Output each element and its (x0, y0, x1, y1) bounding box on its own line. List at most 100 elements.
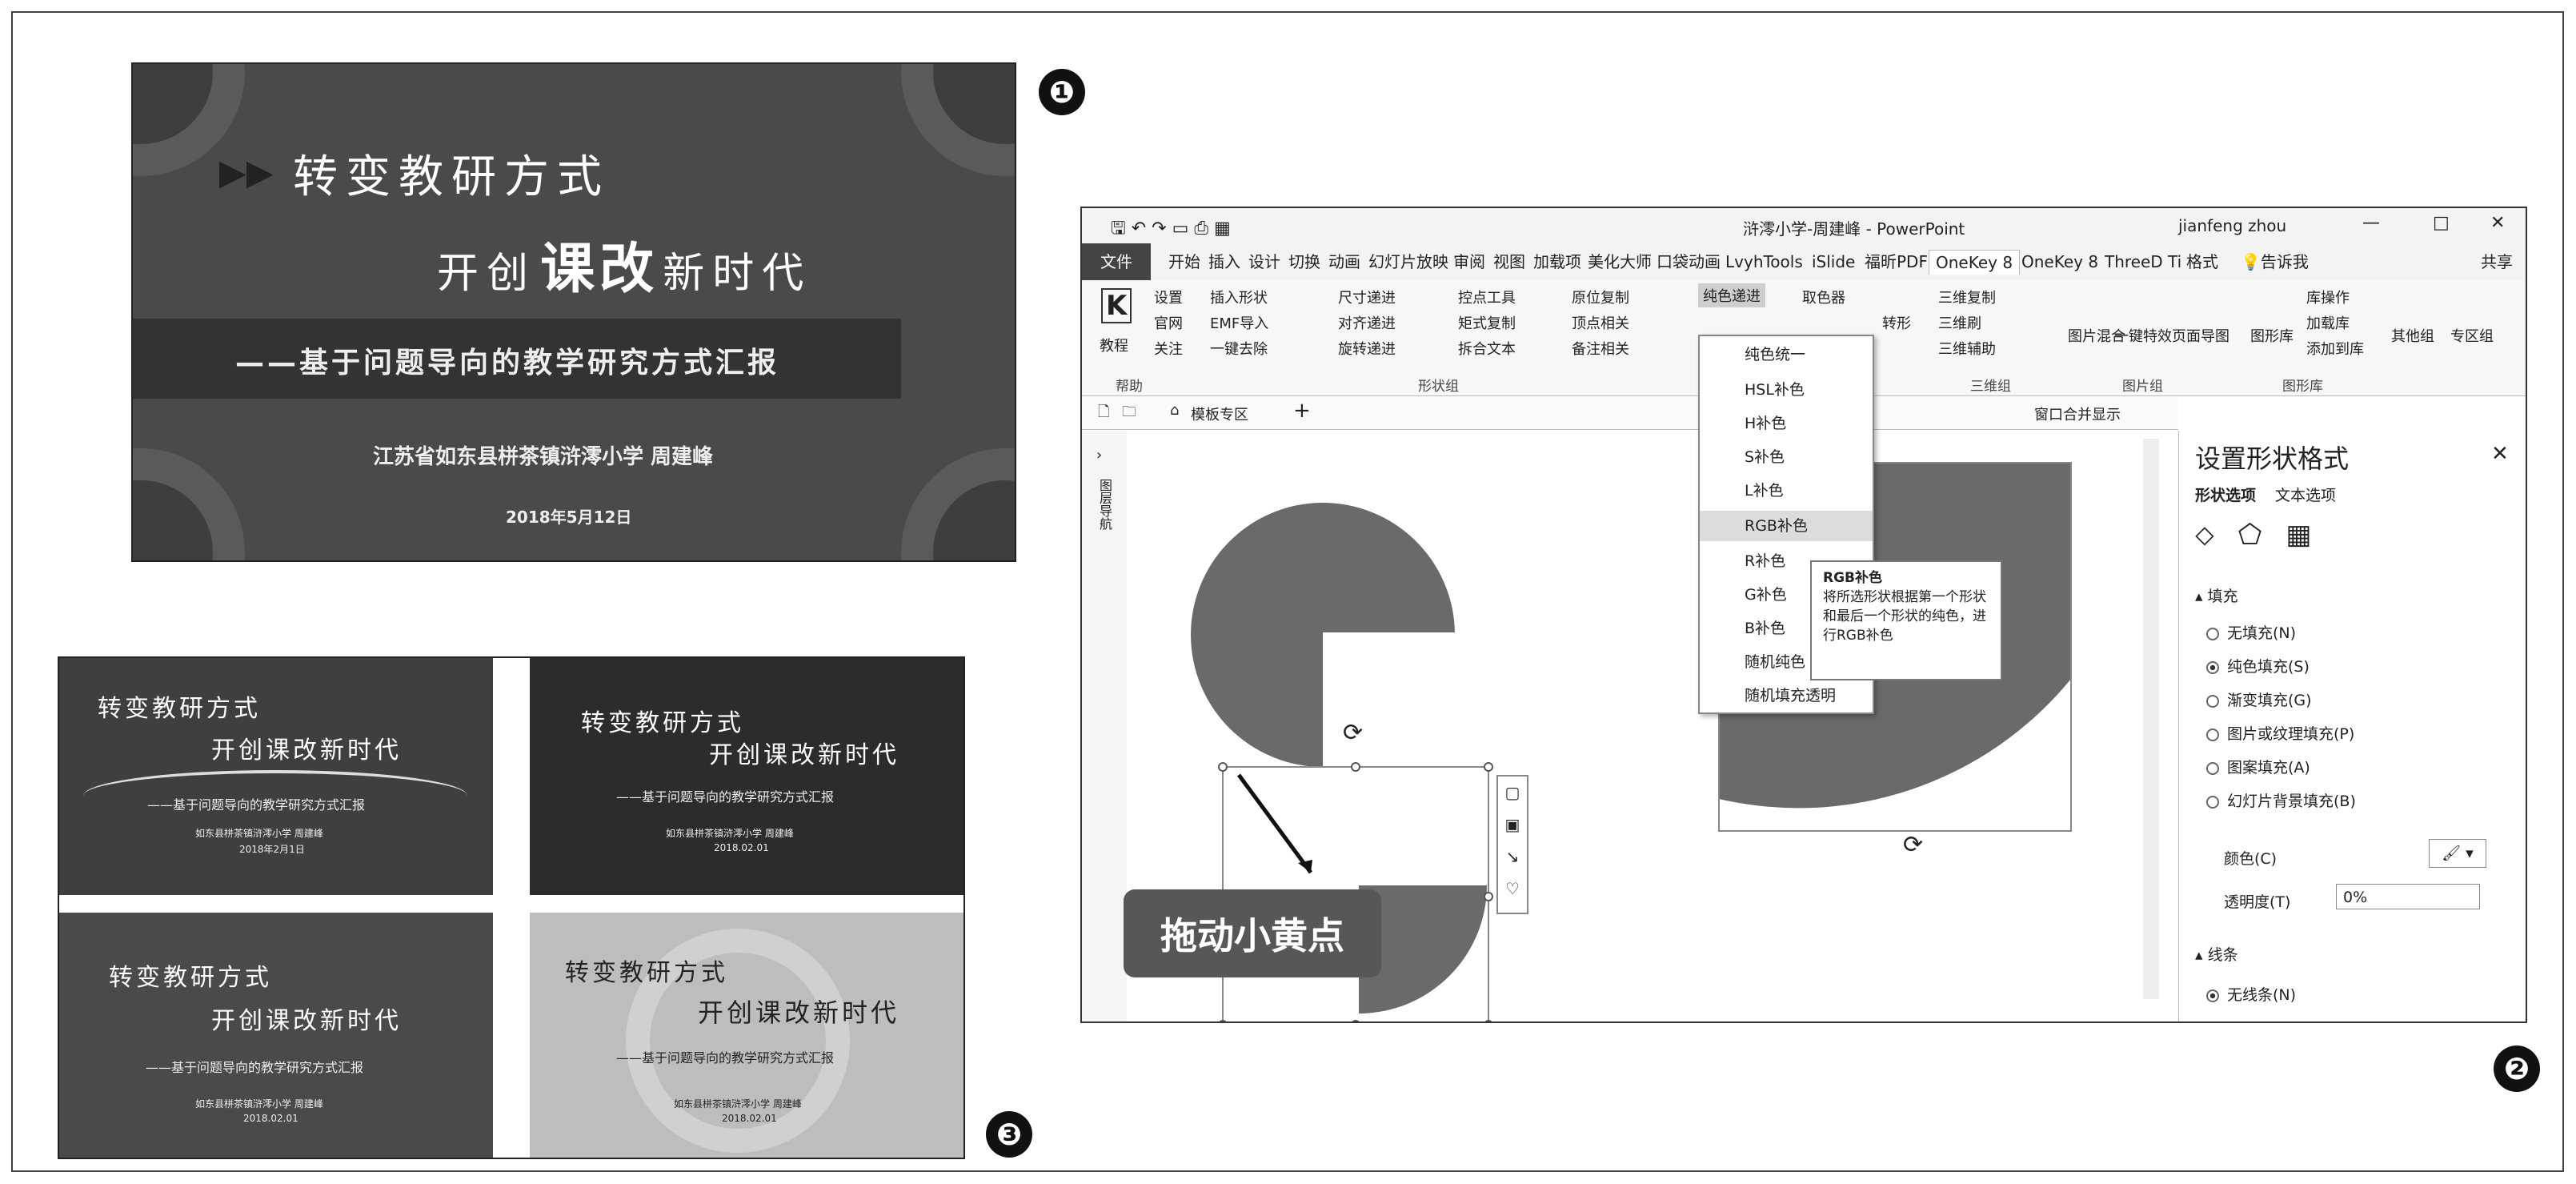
tab-transitions[interactable]: 切换 (1282, 250, 1327, 274)
library-ops[interactable]: 库操作 (2306, 287, 2350, 307)
fill-option[interactable]: 渐变填充(G) (2206, 688, 2312, 710)
rotate-handle-icon[interactable]: ⟳ (1343, 719, 1363, 747)
menu-item-rgb-highlight[interactable]: RGB补色 (1700, 511, 1873, 541)
tab-onekey-2[interactable]: OneKey 8 (2015, 250, 2105, 274)
solid-color-step[interactable]: 纯色递进 (1698, 283, 1765, 307)
3d-assist[interactable]: 三维辅助 (1938, 338, 1996, 359)
in-place-copy[interactable]: 原位复制 (1572, 287, 1629, 307)
tab-design[interactable]: 设计 (1242, 250, 1287, 274)
resize-handle[interactable] (1218, 762, 1228, 772)
help-settings[interactable]: 设置 (1154, 287, 1183, 307)
one-click-effect[interactable]: 一键特效 (2114, 325, 2172, 346)
layout-icon[interactable]: ▢ (1498, 777, 1527, 809)
expand-icon[interactable]: › (1096, 447, 1102, 464)
menu-item[interactable]: 随机填充透明 (1700, 680, 1873, 711)
quick-access-icons[interactable]: 🖫 ↶ ↷ ▭ ⎙ ▦ (1111, 215, 1231, 245)
image-icon[interactable]: ▣ (1498, 809, 1527, 841)
insert-shape[interactable]: 插入形状 (1210, 287, 1268, 307)
onekey-k-icon[interactable]: K (1101, 288, 1132, 323)
fill-section-header[interactable]: ▴ 填充 (2195, 584, 2238, 606)
close-icon[interactable]: ✕ (2490, 213, 2505, 233)
folder-icon[interactable]: 🗀 (1122, 402, 1136, 426)
tab-meihua[interactable]: 美化大师 (1581, 250, 1658, 274)
convert-shape[interactable]: 转形 (1882, 312, 1911, 333)
fill-option[interactable]: 图片或纹理填充(P) (2206, 722, 2354, 744)
tab-format[interactable]: 格式 (2180, 250, 2225, 274)
tab-islide[interactable]: iSlide (1805, 250, 1861, 274)
resize-handle[interactable] (1351, 762, 1360, 772)
new-doc-icon[interactable]: 🗋 (1098, 402, 1109, 426)
pane-category-icons[interactable]: ⬦⬠▦ (2195, 519, 2335, 551)
tab-file[interactable]: 文件 (1082, 243, 1151, 280)
add-tab-icon[interactable]: + (1293, 399, 1311, 423)
tab-tell-me[interactable]: 💡告诉我 (2234, 250, 2315, 274)
tab-slideshow[interactable]: 幻灯片放映 (1362, 250, 1455, 274)
help-website[interactable]: 官网 (1154, 312, 1183, 333)
line-option[interactable]: 无线条(N) (2206, 983, 2296, 1005)
line-section-header[interactable]: ▴ 线条 (2195, 943, 2238, 965)
tab-addins[interactable]: 加载项 (1527, 250, 1588, 274)
help-tutorial[interactable]: 教程 (1100, 335, 1128, 355)
tab-home[interactable]: 开始 (1162, 250, 1207, 274)
notes-related[interactable]: 备注相关 (1572, 338, 1629, 359)
merge-display-toggle[interactable]: 窗口合并显示 (2034, 403, 2121, 424)
tab-lvyhtools[interactable]: LvyhTools (1719, 250, 1809, 274)
tab-onekey-active[interactable]: OneKey 8 (1929, 250, 2021, 275)
emf-import[interactable]: EMF导入 (1210, 312, 1268, 333)
home-icon[interactable]: ⌂ (1170, 402, 1179, 419)
tab-text-options[interactable]: 文本选项 (2275, 484, 2336, 505)
vertex-related[interactable]: 顶点相关 (1572, 312, 1629, 333)
3d-copy[interactable]: 三维复制 (1938, 287, 1996, 307)
color-picker-button[interactable]: 🖌 ▾ (2429, 839, 2486, 868)
tab-insert[interactable]: 插入 (1202, 250, 1247, 274)
tab-share[interactable]: 共享 (2474, 250, 2519, 274)
fill-section-label: 填充 (2207, 588, 2238, 605)
handle-tool[interactable]: 控点工具 (1458, 287, 1516, 307)
tab-review[interactable]: 审阅 (1447, 250, 1492, 274)
fill-option[interactable]: 图案填充(A) (2206, 756, 2310, 777)
add-to-library[interactable]: 添加到库 (2306, 338, 2364, 359)
tab-shape-options[interactable]: 形状选项 (2195, 484, 2256, 505)
minimize-icon[interactable]: — (2362, 213, 2380, 233)
page-guide[interactable]: 页面导图 (2172, 325, 2229, 346)
other-group[interactable]: 其他组 (2391, 325, 2434, 346)
template-zone-tab[interactable]: 模板专区 (1191, 403, 1248, 424)
split-text[interactable]: 拆合文本 (1458, 338, 1516, 359)
menu-item[interactable]: HSL补色 (1700, 375, 1873, 405)
tab-view[interactable]: 视图 (1487, 250, 1532, 274)
fill-option[interactable]: 无填充(N) (2206, 621, 2296, 643)
resize-handle[interactable] (1484, 892, 1493, 901)
menu-item[interactable]: 纯色统一 (1700, 339, 1873, 370)
load-library[interactable]: 加载库 (2306, 312, 2350, 333)
shape-library[interactable]: 图形库 (2250, 325, 2294, 346)
menu-item[interactable]: S补色 (1700, 442, 1873, 472)
pie-shape[interactable] (1191, 503, 1455, 767)
rotate-handle-icon[interactable]: ⟳ (1903, 831, 1923, 859)
rotate-step[interactable]: 旋转递进 (1338, 338, 1396, 359)
tab-pocket-anim[interactable]: 口袋动画 (1650, 250, 1727, 274)
size-step[interactable]: 尺寸递进 (1338, 287, 1396, 307)
align-step[interactable]: 对齐递进 (1338, 312, 1396, 333)
vertical-scrollbar[interactable] (2143, 439, 2159, 999)
resize-handle[interactable] (1484, 762, 1493, 772)
crop-icon[interactable]: ↘ (1498, 841, 1527, 873)
menu-item[interactable]: H补色 (1700, 408, 1873, 439)
one-click-remove[interactable]: 一键去除 (1210, 338, 1268, 359)
tab-threed[interactable]: ThreeD Ti (2098, 250, 2188, 274)
menu-item[interactable]: L补色 (1700, 476, 1873, 506)
fill-option-selected[interactable]: 纯色填充(S) (2206, 655, 2310, 676)
fill-option[interactable]: 幻灯片背景填充(B) (2206, 789, 2356, 811)
color-picker[interactable]: 取色器 (1802, 287, 1845, 307)
heart-icon[interactable]: ♡ (1498, 873, 1527, 905)
matrix-copy[interactable]: 矩式复制 (1458, 312, 1516, 333)
transparency-input[interactable]: 0% (2336, 884, 2480, 909)
3d-brush[interactable]: 三维刷 (1938, 312, 1981, 333)
help-follow[interactable]: 关注 (1154, 338, 1183, 359)
zone-group[interactable]: 专区组 (2450, 325, 2494, 346)
tell-me-label: 告诉我 (2260, 252, 2309, 271)
tab-animations[interactable]: 动画 (1322, 250, 1367, 274)
layer-nav-label[interactable]: 图层导航 (1095, 479, 1114, 530)
tab-foxit-pdf[interactable]: 福昕PDF (1858, 250, 1934, 274)
close-pane-icon[interactable]: ✕ (2491, 442, 2509, 466)
maximize-icon[interactable]: □ (2433, 213, 2450, 233)
